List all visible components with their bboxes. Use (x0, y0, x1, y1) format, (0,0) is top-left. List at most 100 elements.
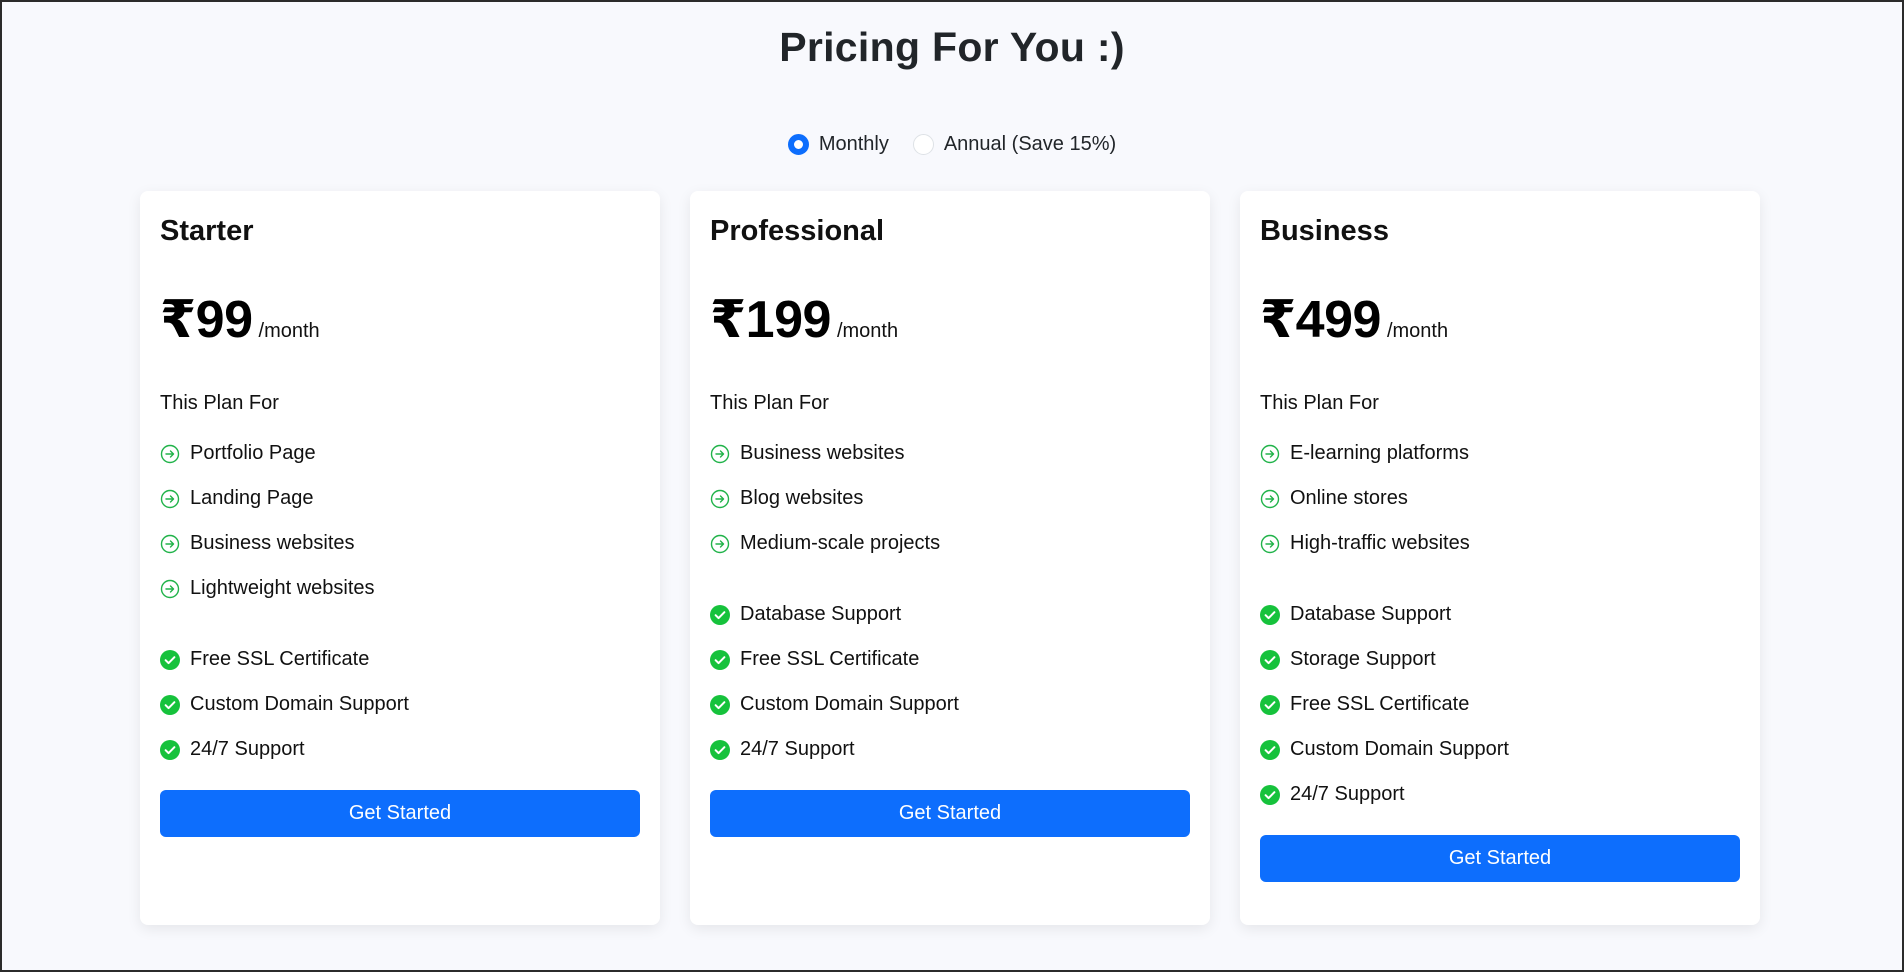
arrow-circle-icon (160, 489, 180, 509)
plan-price: ₹99 (160, 291, 253, 349)
plan-name: Professional (710, 215, 885, 247)
feature-item: Custom Domain Support (710, 682, 1190, 727)
feature-item: Free SSL Certificate (710, 637, 1190, 682)
feature-label: Free SSL Certificate (1290, 693, 1470, 715)
billing-option-monthly[interactable]: Monthly (787, 133, 889, 156)
plan-for-label: This Plan For (1260, 392, 1379, 414)
plan-name: Business (1260, 215, 1389, 247)
price-period: /month (1386, 320, 1449, 342)
price-row: ₹499/month (1260, 290, 1740, 350)
check-circle-icon (710, 649, 730, 670)
get-started-button[interactable]: Get Started (1260, 835, 1740, 882)
use-case-item: Lightweight websites (160, 566, 640, 611)
plan-price: ₹199 (710, 291, 831, 349)
plan-price: ₹499 (1260, 291, 1381, 349)
check-circle-icon (160, 649, 180, 670)
use-case-item: Portfolio Page (160, 431, 640, 476)
price-row: ₹199/month (710, 290, 1190, 350)
arrow-circle-icon (160, 579, 180, 599)
billing-option-label: Annual (Save 15%) (943, 133, 1117, 155)
use-case-label: Online stores (1290, 487, 1408, 509)
use-case-item: Business websites (710, 431, 1190, 476)
billing-option-annual[interactable]: Annual (Save 15%) (912, 133, 1117, 156)
check-circle-icon (1260, 739, 1280, 760)
feature-label: Database Support (740, 603, 902, 625)
use-case-label: Medium-scale projects (740, 532, 941, 554)
price-row: ₹99/month (160, 290, 640, 350)
arrow-circle-icon (710, 534, 730, 554)
arrow-circle-icon (160, 444, 180, 464)
check-circle-icon (1260, 604, 1280, 625)
use-case-item: Online stores (1260, 476, 1740, 521)
arrow-circle-icon (710, 444, 730, 464)
feature-label: 24/7 Support (190, 738, 305, 760)
price-period: /month (836, 320, 899, 342)
check-circle-icon (160, 694, 180, 715)
feature-label: Custom Domain Support (1290, 738, 1509, 760)
feature-label: 24/7 Support (740, 738, 855, 760)
monthly-radio[interactable] (787, 134, 809, 155)
use-case-item: E-learning platforms (1260, 431, 1740, 476)
arrow-circle-icon (1260, 489, 1280, 509)
use-case-item: High-traffic websites (1260, 521, 1740, 566)
plan-card-business: Business ₹499/month This Plan For E-learnin… (1240, 191, 1760, 925)
feature-list: Database Support Free SSL Certificate Cust… (710, 592, 1190, 772)
use-case-label: High-traffic websites (1290, 532, 1470, 554)
plan-name: Starter (160, 215, 254, 247)
use-case-item: Landing Page (160, 476, 640, 521)
feature-label: Custom Domain Support (740, 693, 959, 715)
price-period: /month (258, 320, 320, 342)
check-circle-icon (710, 694, 730, 715)
use-case-label: Blog websites (740, 487, 864, 509)
use-case-label: Portfolio Page (190, 442, 316, 464)
check-circle-icon (710, 739, 730, 760)
plan-card-starter: Starter ₹99/month This Plan For Portfolio P… (140, 191, 660, 925)
feature-item: 24/7 Support (1260, 772, 1740, 817)
check-circle-icon (1260, 784, 1280, 805)
check-circle-icon (1260, 649, 1280, 670)
feature-label: Custom Domain Support (190, 693, 409, 715)
use-case-list: Business websites Blog websites Medium-sca… (710, 431, 1190, 566)
feature-item: Database Support (1260, 592, 1740, 637)
feature-label: Free SSL Certificate (190, 648, 370, 670)
arrow-circle-icon (1260, 444, 1280, 464)
feature-item: 24/7 Support (160, 727, 640, 772)
billing-option-label: Monthly (818, 133, 889, 155)
use-case-item: Business websites (160, 521, 640, 566)
check-circle-icon (160, 739, 180, 760)
feature-item: Free SSL Certificate (1260, 682, 1740, 727)
arrow-circle-icon (710, 489, 730, 509)
feature-label: Storage Support (1290, 648, 1436, 670)
feature-item: Custom Domain Support (160, 682, 640, 727)
plan-card-professional: Professional ₹199/month This Plan For Busin… (690, 191, 1210, 925)
arrow-circle-icon (1260, 534, 1280, 554)
use-case-label: Business websites (740, 442, 905, 464)
feature-list: Free SSL Certificate Custom Domain Suppor… (160, 637, 640, 772)
pricing-cards: Starter ₹99/month This Plan For Portfolio P… (140, 191, 1760, 925)
feature-list: Database Support Storage Support Free SSL … (1260, 592, 1740, 817)
feature-item: Storage Support (1260, 637, 1740, 682)
annual-radio[interactable] (912, 134, 934, 155)
use-case-label: Business websites (190, 532, 355, 554)
feature-label: 24/7 Support (1290, 783, 1405, 805)
check-circle-icon (1260, 694, 1280, 715)
feature-label: Free SSL Certificate (740, 648, 920, 670)
get-started-button[interactable]: Get Started (160, 790, 640, 837)
get-started-button[interactable]: Get Started (710, 790, 1190, 837)
billing-toggle: Monthly Annual (Save 15%) (0, 133, 1904, 156)
use-case-label: Landing Page (190, 487, 314, 509)
page-title: Pricing For You :) (779, 24, 1125, 70)
use-case-item: Medium-scale projects (710, 521, 1190, 566)
feature-label: Database Support (1290, 603, 1452, 625)
use-case-label: Lightweight websites (190, 577, 375, 599)
plan-for-label: This Plan For (160, 392, 279, 414)
feature-item: Custom Domain Support (1260, 727, 1740, 772)
use-case-item: Blog websites (710, 476, 1190, 521)
use-case-label: E-learning platforms (1290, 442, 1469, 464)
use-case-list: Portfolio Page Landing Page Business websi… (160, 431, 640, 611)
arrow-circle-icon (160, 534, 180, 554)
check-circle-icon (710, 604, 730, 625)
feature-item: Free SSL Certificate (160, 637, 640, 682)
feature-item: 24/7 Support (710, 727, 1190, 772)
feature-item: Database Support (710, 592, 1190, 637)
